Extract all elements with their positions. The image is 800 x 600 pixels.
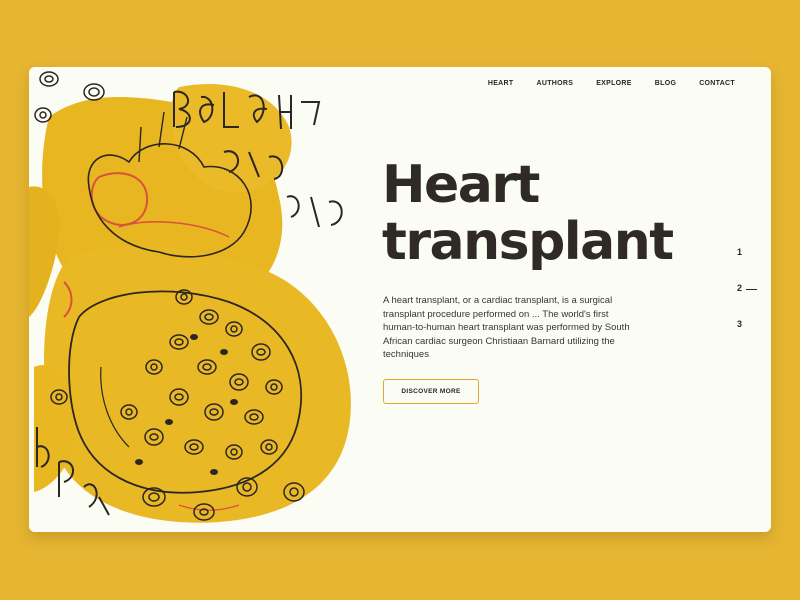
heart-illustration — [29, 67, 384, 532]
top-nav: HEART AUTHORS EXPLORE BLOG CONTACT — [488, 80, 735, 87]
slide-pagination: 1 2 3 — [717, 247, 757, 355]
nav-item-authors[interactable]: AUTHORS — [536, 80, 573, 87]
page-title-line-2: transplant — [382, 212, 674, 272]
pagination-item-2[interactable]: 2 — [717, 283, 757, 319]
nav-item-contact[interactable]: CONTACT — [699, 80, 735, 87]
nav-item-blog[interactable]: BLOG — [655, 80, 676, 87]
nav-item-heart[interactable]: HEART — [488, 80, 514, 87]
page-title-line-1: Heart — [382, 155, 540, 215]
hero-card: HEART AUTHORS EXPLORE BLOG CONTACT Heart… — [29, 67, 771, 532]
pagination-item-3[interactable]: 3 — [717, 319, 757, 355]
pagination-item-1[interactable]: 1 — [717, 247, 757, 283]
page-title: Heart transplant — [382, 155, 674, 272]
discover-more-button[interactable]: DISCOVER MORE — [383, 379, 479, 404]
nav-item-explore[interactable]: EXPLORE — [596, 80, 632, 87]
hero-description: A heart transplant, or a cardiac transpl… — [383, 295, 630, 360]
